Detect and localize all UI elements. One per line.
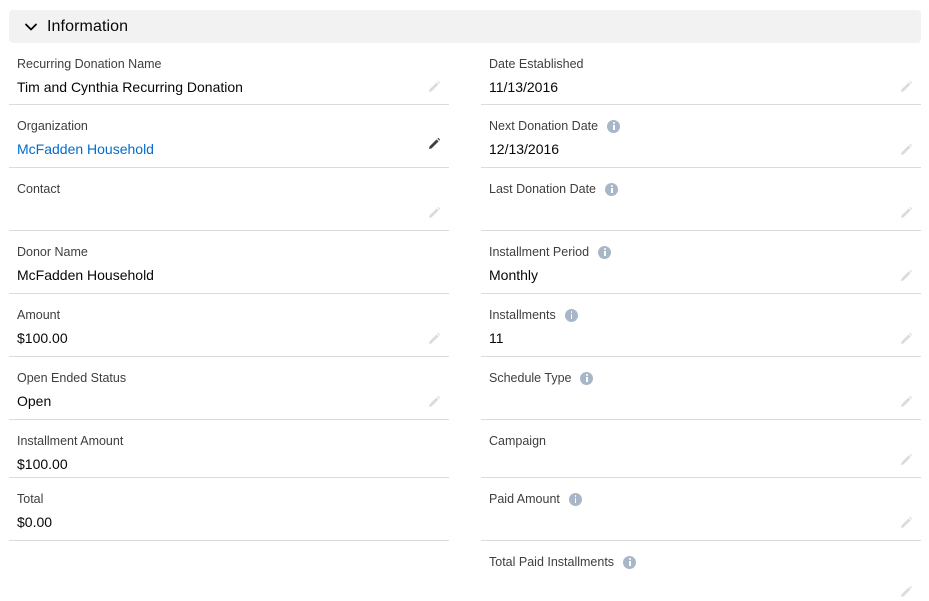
field-label: Recurring Donation Name — [17, 57, 162, 71]
field-label: Last Donation Date — [489, 182, 597, 196]
edit-pencil-icon[interactable] — [899, 516, 913, 530]
edit-pencil-icon[interactable] — [427, 137, 441, 151]
edit-pencil-icon[interactable] — [899, 332, 913, 346]
field-label-with-info: Last Donation Date — [489, 182, 619, 196]
field-label: Donor Name — [17, 245, 88, 259]
organization-link[interactable]: McFadden Household — [17, 141, 154, 157]
field-last-donation-date: Last Donation Date — [481, 168, 921, 231]
field-value: 12/13/2016 — [489, 141, 560, 157]
field-value: McFadden Household — [17, 267, 154, 283]
edit-pencil-icon[interactable] — [899, 395, 913, 409]
edit-pencil-icon[interactable] — [427, 395, 441, 409]
edit-pencil-icon[interactable] — [899, 206, 913, 220]
field-label: Paid Amount — [489, 492, 560, 506]
field-paid-amount: Paid Amount — [481, 478, 921, 541]
field-label: Amount — [17, 308, 61, 322]
field-campaign: Campaign — [481, 420, 921, 478]
field-label-with-info: Next Donation Date — [489, 119, 621, 133]
info-icon[interactable] — [607, 119, 621, 133]
field-label: Date Established — [489, 57, 584, 71]
field-total-paid-installments: Total Paid Installments — [481, 541, 921, 601]
field-organization: Organization McFadden Household — [9, 105, 449, 168]
field-label: Installments — [489, 308, 556, 322]
field-contact: Contact — [9, 168, 449, 231]
field-label: Total Paid Installments — [489, 555, 615, 569]
section-header-information[interactable]: Information — [9, 10, 921, 43]
edit-pencil-icon[interactable] — [899, 80, 913, 94]
field-label: Next Donation Date — [489, 119, 599, 133]
field-label: Total — [17, 492, 44, 506]
info-icon[interactable] — [605, 182, 619, 196]
field-open-ended-status: Open Ended Status Open — [9, 357, 449, 420]
right-field-column: Date Established 11/13/2016 Next Donatio… — [481, 43, 921, 601]
field-donor-name: Donor Name McFadden Household — [9, 231, 449, 294]
field-amount: Amount $100.00 — [9, 294, 449, 357]
field-label: Open Ended Status — [17, 371, 127, 385]
field-label-with-info: Schedule Type — [489, 371, 594, 385]
field-value: Open — [17, 393, 52, 409]
field-recurring-donation-name: Recurring Donation Name Tim and Cynthia … — [9, 43, 449, 105]
field-date-established: Date Established 11/13/2016 — [481, 43, 921, 105]
section-title: Information — [47, 17, 129, 35]
edit-pencil-icon[interactable] — [427, 80, 441, 94]
edit-pencil-icon[interactable] — [427, 206, 441, 220]
field-value: $0.00 — [17, 514, 53, 530]
field-next-donation-date: Next Donation Date 12/13/2016 — [481, 105, 921, 168]
edit-pencil-icon[interactable] — [899, 585, 913, 599]
field-label: Organization — [17, 119, 88, 133]
field-schedule-type: Schedule Type — [481, 357, 921, 420]
field-label: Installment Period — [489, 245, 590, 259]
field-value: 11/13/2016 — [489, 79, 559, 95]
field-value: $100.00 — [17, 456, 68, 472]
field-installment-period: Installment Period Monthly — [481, 231, 921, 294]
left-field-column: Recurring Donation Name Tim and Cynthia … — [9, 43, 449, 541]
field-label-with-info: Installments — [489, 308, 578, 322]
field-label: Schedule Type — [489, 371, 572, 385]
field-label: Campaign — [489, 434, 546, 448]
info-icon[interactable] — [623, 555, 637, 569]
field-label-with-info: Paid Amount — [489, 492, 582, 506]
edit-pencil-icon[interactable] — [899, 269, 913, 283]
field-label: Contact — [17, 182, 61, 196]
edit-pencil-icon[interactable] — [427, 332, 441, 346]
edit-pencil-icon[interactable] — [899, 143, 913, 157]
edit-pencil-icon[interactable] — [899, 453, 913, 467]
field-total: Total $0.00 — [9, 478, 449, 541]
chevron-down-icon — [23, 19, 39, 35]
field-value: $100.00 — [17, 330, 68, 346]
field-label: Installment Amount — [17, 434, 124, 448]
field-value: 11 — [489, 330, 504, 346]
info-icon[interactable] — [568, 492, 582, 506]
field-value: Tim and Cynthia Recurring Donation — [17, 79, 243, 95]
info-icon[interactable] — [598, 245, 612, 259]
field-label-with-info: Installment Period — [489, 245, 612, 259]
field-installment-amount: Installment Amount $100.00 — [9, 420, 449, 478]
field-installments: Installments 11 — [481, 294, 921, 357]
info-icon[interactable] — [564, 308, 578, 322]
field-value: Monthly — [489, 267, 539, 283]
field-label-with-info: Total Paid Installments — [489, 555, 637, 569]
info-icon[interactable] — [580, 371, 594, 385]
